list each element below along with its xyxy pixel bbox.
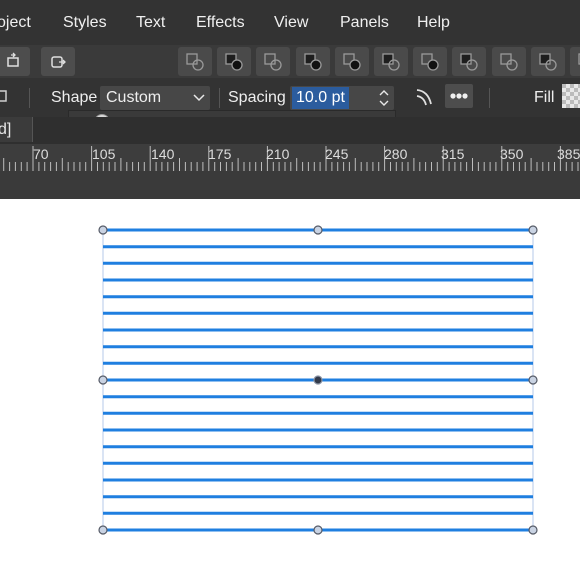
resize-handle[interactable] (528, 525, 538, 535)
outline-icon (578, 52, 580, 65)
exclude-button[interactable] (374, 47, 408, 76)
select-frame-icon[interactable] (0, 88, 12, 106)
resize-handle[interactable] (313, 525, 323, 535)
combine-button[interactable] (334, 47, 369, 76)
ruler-label: 140 (151, 146, 175, 162)
flip-button[interactable] (0, 47, 30, 76)
menu-bar: oject Styles Text Effects View Panels He… (0, 0, 580, 45)
ruler-label: 385 (557, 146, 580, 162)
menu-effects[interactable]: Effects (196, 13, 245, 33)
add-button[interactable] (178, 47, 212, 76)
ruler-label: 175 (208, 146, 232, 162)
ruler-label: 315 (441, 146, 465, 162)
spacing-value[interactable]: 10.0 pt (292, 87, 349, 109)
horizontal-ruler: 70 105 140 175 210 245 280 315 350 385 (0, 144, 580, 171)
document-tab[interactable]: d] (0, 117, 33, 142)
transform-icon (51, 55, 66, 68)
spinner-icon[interactable] (378, 88, 390, 108)
merge-button[interactable] (452, 47, 487, 76)
exclude-icon (382, 52, 400, 71)
subtract-icon (225, 52, 243, 71)
resize-handle[interactable] (528, 375, 538, 385)
spacing-label: Spacing (228, 89, 286, 106)
fill-label: Fill (534, 89, 555, 106)
menu-panels[interactable]: Panels (340, 13, 389, 33)
divider (489, 88, 490, 108)
rotation-center-handle[interactable] (313, 375, 323, 385)
combine-icon (343, 52, 361, 71)
ruler-label: 245 (325, 146, 349, 162)
wave-path-icon[interactable] (414, 85, 436, 109)
outline-button[interactable] (570, 47, 580, 76)
shape-label: Shape (51, 89, 98, 106)
resize-handle[interactable] (98, 225, 108, 235)
menu-styles[interactable]: Styles (63, 13, 107, 33)
xor-icon (421, 52, 439, 71)
menu-view[interactable]: View (274, 13, 308, 33)
resize-handle[interactable] (528, 225, 538, 235)
add-icon (186, 52, 204, 71)
ruler-ticks (3, 146, 579, 171)
flip-icon (7, 52, 19, 67)
pasteboard (0, 171, 580, 199)
canvas[interactable] (0, 199, 580, 570)
fill-swatch[interactable] (562, 84, 580, 108)
resize-handle[interactable] (313, 225, 323, 235)
resize-handle[interactable] (98, 525, 108, 535)
more-dots-icon (450, 93, 468, 99)
divide-icon (303, 52, 322, 71)
xor-button[interactable] (413, 47, 448, 76)
spacing-field[interactable]: 10.0 pt (290, 86, 394, 110)
menu-object[interactable]: oject (0, 13, 31, 33)
divide-button[interactable] (295, 47, 330, 76)
main-toolbar (0, 45, 580, 78)
split-button[interactable] (491, 47, 526, 76)
menu-text[interactable]: Text (136, 13, 165, 33)
menu-help[interactable]: Help (417, 13, 450, 33)
split-icon (499, 52, 518, 71)
merge-icon (460, 52, 479, 71)
selected-shape[interactable] (0, 199, 580, 570)
shape-select[interactable]: Custom (100, 86, 210, 110)
intersect-button[interactable] (256, 47, 291, 76)
crop-button[interactable] (530, 47, 565, 76)
crop-icon (539, 52, 557, 71)
chevron-down-icon (193, 94, 205, 102)
divider (29, 88, 30, 108)
ruler-label: 70 (33, 146, 49, 162)
more-options-button[interactable] (445, 84, 473, 108)
shape-select-value: Custom (106, 89, 162, 106)
intersect-icon (264, 52, 283, 71)
ruler-label: 210 (266, 146, 290, 162)
ruler-label: 105 (92, 146, 116, 162)
document-tab-bar: d] (0, 117, 580, 144)
transform-button[interactable] (41, 47, 75, 76)
subtract-button[interactable] (217, 47, 252, 76)
ruler-label: 350 (500, 146, 524, 162)
ruler-label: 280 (384, 146, 408, 162)
document-tab-title: d] (0, 121, 12, 138)
resize-handle[interactable] (98, 375, 108, 385)
divider (219, 88, 220, 108)
